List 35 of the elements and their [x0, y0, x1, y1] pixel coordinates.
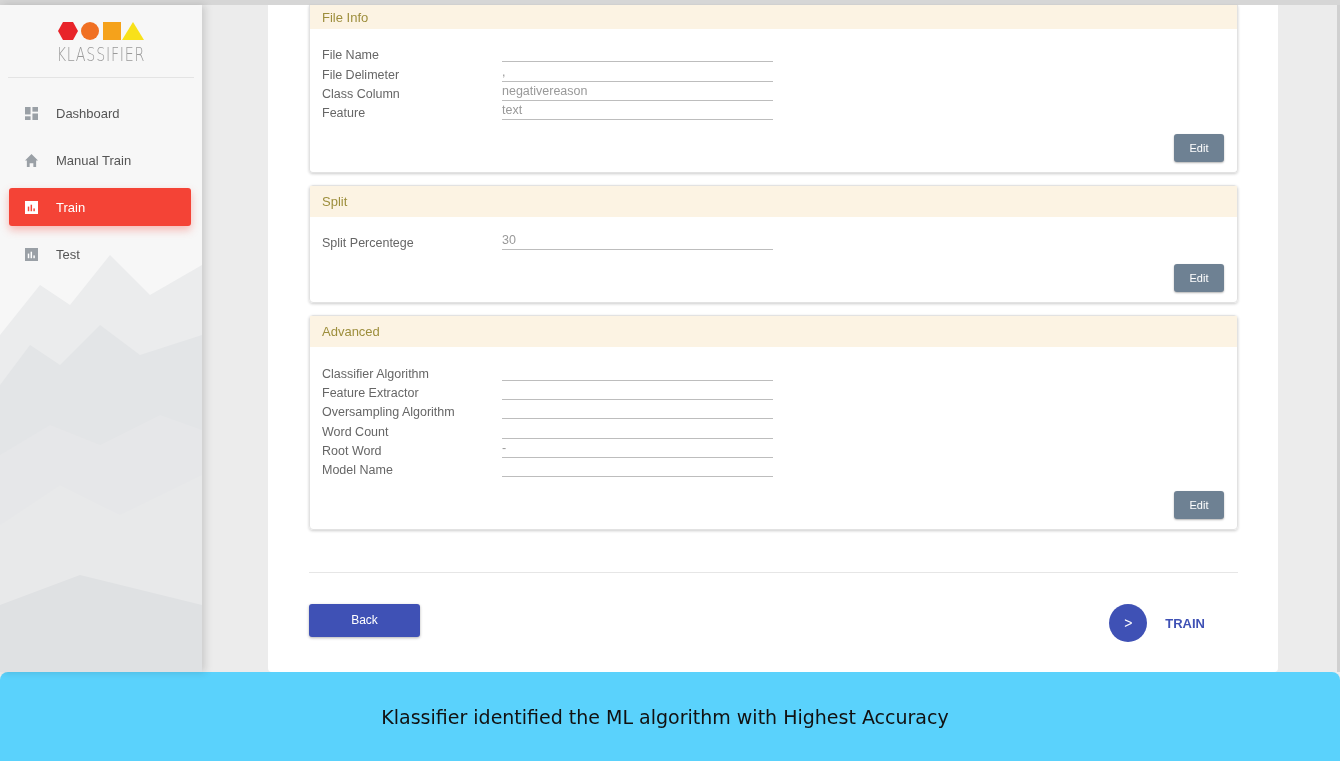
- input-field[interactable]: ,: [502, 63, 773, 82]
- logo-shapes-icon: [58, 21, 144, 41]
- field-label: Word Count: [322, 424, 390, 439]
- caption-text: Klassifier identified the ML algorithm with Highest Accuracy: [381, 705, 950, 728]
- field-label: Model Name: [322, 463, 394, 478]
- field-label: Classifier Algorithm: [322, 366, 430, 381]
- input-field[interactable]: negativereason: [502, 82, 773, 101]
- field-label: Class Column: [322, 86, 401, 101]
- field-label: Feature: [322, 106, 367, 121]
- field-label: Feature Extractor: [322, 386, 420, 401]
- home-icon: [25, 153, 38, 167]
- edit-button[interactable]: Edit: [1174, 134, 1224, 163]
- dashboard-icon: [25, 106, 38, 120]
- field-label: Root Word: [322, 443, 383, 458]
- back-button[interactable]: Back: [309, 603, 420, 637]
- bar-chart-icon: [25, 200, 38, 214]
- nav-item[interactable]: Test: [9, 235, 191, 273]
- input-field[interactable]: -: [502, 439, 773, 458]
- nav-item[interactable]: Manual Train: [9, 141, 191, 179]
- edit-button[interactable]: Edit: [1174, 264, 1224, 293]
- field-label: File Name: [322, 48, 380, 63]
- field-label: Oversampling Algorithm: [322, 405, 456, 420]
- field-label: File Delimeter: [322, 67, 401, 82]
- field-label: Split Percentege: [322, 236, 415, 251]
- train-link[interactable]: TRAIN: [1165, 615, 1205, 631]
- section-title: Split: [322, 194, 348, 210]
- section-title: Advanced: [322, 324, 380, 340]
- input-field[interactable]: 30: [502, 232, 773, 251]
- logo-text: KLASSIFIER: [56, 43, 146, 65]
- section-title: File Info: [322, 9, 369, 25]
- nav-item[interactable]: Train: [9, 188, 191, 226]
- nav-item[interactable]: Dashboard: [9, 94, 191, 132]
- next-button[interactable]: >: [1109, 604, 1148, 643]
- edit-button[interactable]: Edit: [1174, 491, 1224, 520]
- input-field[interactable]: text: [502, 102, 773, 121]
